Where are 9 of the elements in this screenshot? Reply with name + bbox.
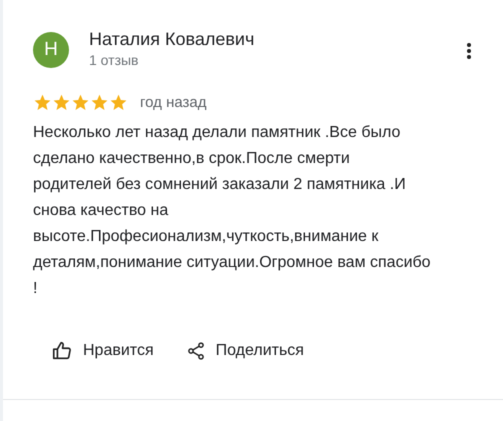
review-date: год назад bbox=[140, 94, 207, 111]
author-name[interactable]: Наталия Ковалевич bbox=[89, 28, 459, 50]
share-button[interactable]: Поделиться bbox=[182, 336, 308, 366]
share-icon bbox=[186, 341, 206, 361]
like-button[interactable]: Нравится bbox=[47, 336, 158, 366]
review-count: 1 отзыв bbox=[89, 51, 140, 70]
thumbs-up-icon bbox=[51, 340, 73, 362]
review-text: Несколько лет назад делали памятник .Все было сделано качественно,в срок.После смерти родителей без сомнений заказали 2 памятника .И снова качество на высоте.Професионализм,чуткость,внимание к деталям,понимание ситуации.Огромное вам спасибо ! bbox=[33, 123, 431, 299]
avatar: Н bbox=[33, 32, 69, 68]
